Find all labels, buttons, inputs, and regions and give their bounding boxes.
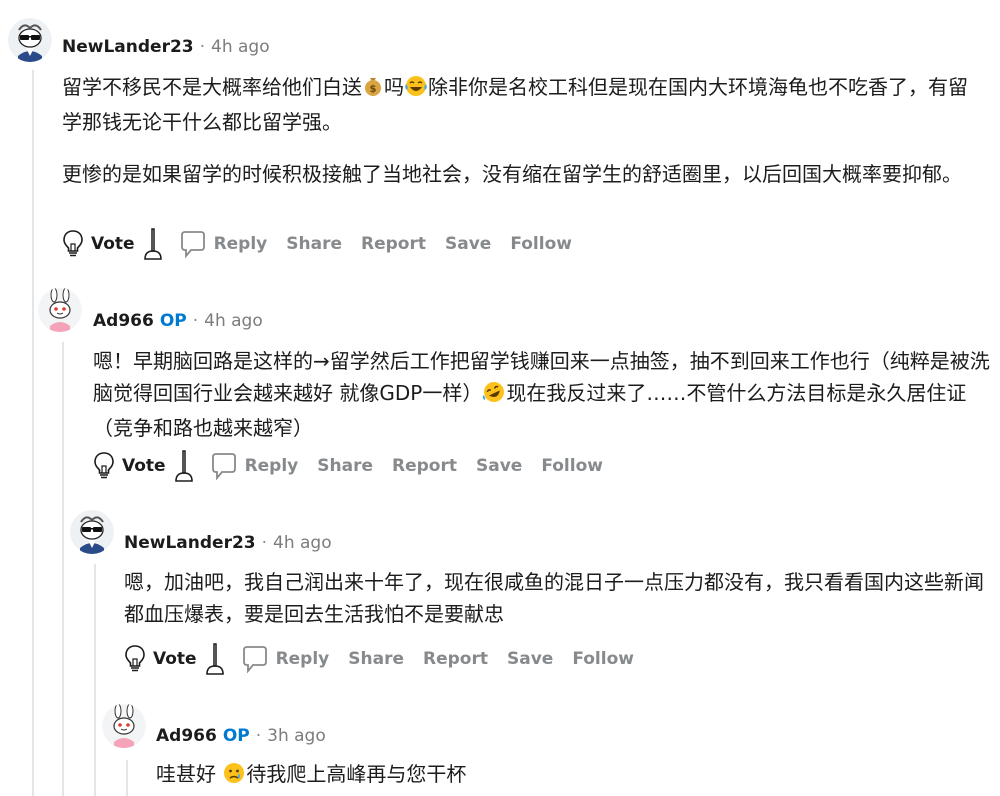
comment-meta: NewLander23 · 4h ago — [124, 533, 332, 553]
report-button[interactable]: Report — [392, 456, 457, 476]
separator-dot: · — [255, 726, 262, 746]
comment-paragraph: 留学不移民不是大概率给他们白送 $ 吗除非你是名校工科但是现在国内大环境海龟也不吃香… — [62, 71, 982, 138]
author-name[interactable]: NewLander23 — [124, 533, 256, 553]
comment-body: 嗯！早期脑回路是这样的→留学然后工作把留学钱赚回来一点抽签，抽不到回来工作也行（… — [93, 345, 993, 444]
comment-paragraph: 哇甚好 待我爬上高峰再与您干杯 — [156, 758, 976, 793]
op-badge: OP — [222, 726, 250, 746]
report-button[interactable]: Report — [423, 649, 488, 669]
thread-line[interactable] — [94, 564, 96, 796]
share-button[interactable]: Share — [317, 456, 373, 476]
reply-label: Reply — [213, 234, 268, 254]
timestamp[interactable]: 4h ago — [273, 533, 332, 553]
author-name[interactable]: Ad966 — [93, 311, 154, 331]
save-button[interactable]: Save — [445, 234, 491, 254]
reply-button[interactable]: Reply — [209, 451, 299, 481]
comment-paragraph: 嗯！早期脑回路是这样的→留学然后工作把留学钱赚回来一点抽签，抽不到回来工作也行（… — [93, 345, 993, 444]
follow-button[interactable]: Follow — [572, 649, 634, 669]
lightbulb-icon[interactable] — [62, 229, 84, 259]
text-segment: 吗 — [384, 75, 404, 99]
comment-body: 嗯，加油吧，我自己润出来十年了，现在很咸鱼的混日子一点压力都没有，我只看看国内这… — [124, 566, 984, 630]
save-button[interactable]: Save — [507, 649, 553, 669]
text-segment: 待我爬上高峰再与您干杯 — [246, 762, 467, 786]
speech-bubble-icon — [209, 451, 239, 481]
snoo-bunny-avatar-icon — [102, 704, 146, 748]
comment-meta: NewLander23 · 4h ago — [62, 37, 270, 57]
comment-actions: Vote Reply Share Report Save Follow — [124, 641, 653, 677]
follow-button[interactable]: Follow — [541, 456, 603, 476]
svg-text:$: $ — [370, 84, 377, 95]
comment-meta: Ad966 OP · 3h ago — [156, 726, 326, 746]
avatar[interactable] — [38, 288, 82, 332]
speech-bubble-icon — [178, 229, 208, 259]
reply-label: Reply — [275, 649, 330, 669]
report-button[interactable]: Report — [361, 234, 426, 254]
timestamp[interactable]: 3h ago — [267, 726, 326, 746]
snoo-bunny-avatar-icon — [38, 288, 82, 332]
rofl-emoji-icon — [482, 380, 506, 412]
thread-line[interactable] — [62, 342, 64, 796]
reply-button[interactable]: Reply — [178, 229, 268, 259]
text-segment: 哇甚好 — [156, 762, 223, 786]
separator-dot: · — [192, 311, 199, 331]
comment-paragraph: 更惨的是如果留学的时候积极接触了当地社会，没有缩在留学生的舒适圈里，以后回国大概… — [62, 162, 962, 186]
follow-button[interactable]: Follow — [510, 234, 572, 254]
snoo-sunglasses-avatar-icon — [70, 510, 114, 554]
author-name[interactable]: NewLander23 — [62, 37, 194, 57]
separator-dot: · — [199, 37, 206, 57]
timestamp[interactable]: 4h ago — [204, 311, 263, 331]
separator-dot: · — [261, 533, 268, 553]
reply-button[interactable]: Reply — [240, 644, 330, 674]
comment-body: 留学不移民不是大概率给他们白送 $ 吗除非你是名校工科但是现在国内大环境海龟也不吃香… — [62, 71, 982, 190]
comment-meta: Ad966 OP · 4h ago — [93, 311, 263, 331]
lightbulb-icon[interactable] — [93, 451, 115, 481]
timestamp[interactable]: 4h ago — [211, 37, 270, 57]
avatar[interactable] — [102, 704, 146, 748]
vote-count: Vote — [122, 456, 166, 476]
plunger-icon[interactable] — [142, 227, 164, 261]
comment-paragraph: 嗯，加油吧，我自己润出来十年了，现在很咸鱼的混日子一点压力都没有，我只看看国内这… — [124, 570, 984, 626]
thread-line[interactable] — [126, 760, 128, 796]
vote-count: Vote — [153, 649, 197, 669]
text-segment: 留学不移民不是大概率给他们白送 — [62, 75, 362, 99]
crying-face-emoji-icon — [222, 761, 246, 793]
comment-actions: Vote Reply Share Report Save Follow — [93, 448, 622, 484]
share-button[interactable]: Share — [286, 234, 342, 254]
snoo-sunglasses-avatar-icon — [8, 18, 52, 62]
avatar[interactable] — [70, 510, 114, 554]
avatar[interactable] — [8, 18, 52, 62]
vote-count: Vote — [91, 234, 135, 254]
op-badge: OP — [159, 311, 187, 331]
comment-body: 哇甚好 待我爬上高峰再与您干杯 — [156, 758, 976, 793]
reply-label: Reply — [244, 456, 299, 476]
thread-line[interactable] — [32, 70, 34, 796]
author-name[interactable]: Ad966 — [156, 726, 217, 746]
comment-actions: Vote Reply Share Report Save Follow — [62, 226, 591, 262]
money-bag-emoji-icon: $ — [362, 74, 384, 106]
share-button[interactable]: Share — [348, 649, 404, 669]
tears-of-joy-emoji-icon — [404, 74, 428, 106]
lightbulb-icon[interactable] — [124, 644, 146, 674]
speech-bubble-icon — [240, 644, 270, 674]
plunger-icon[interactable] — [173, 449, 195, 483]
plunger-icon[interactable] — [204, 642, 226, 676]
save-button[interactable]: Save — [476, 456, 522, 476]
